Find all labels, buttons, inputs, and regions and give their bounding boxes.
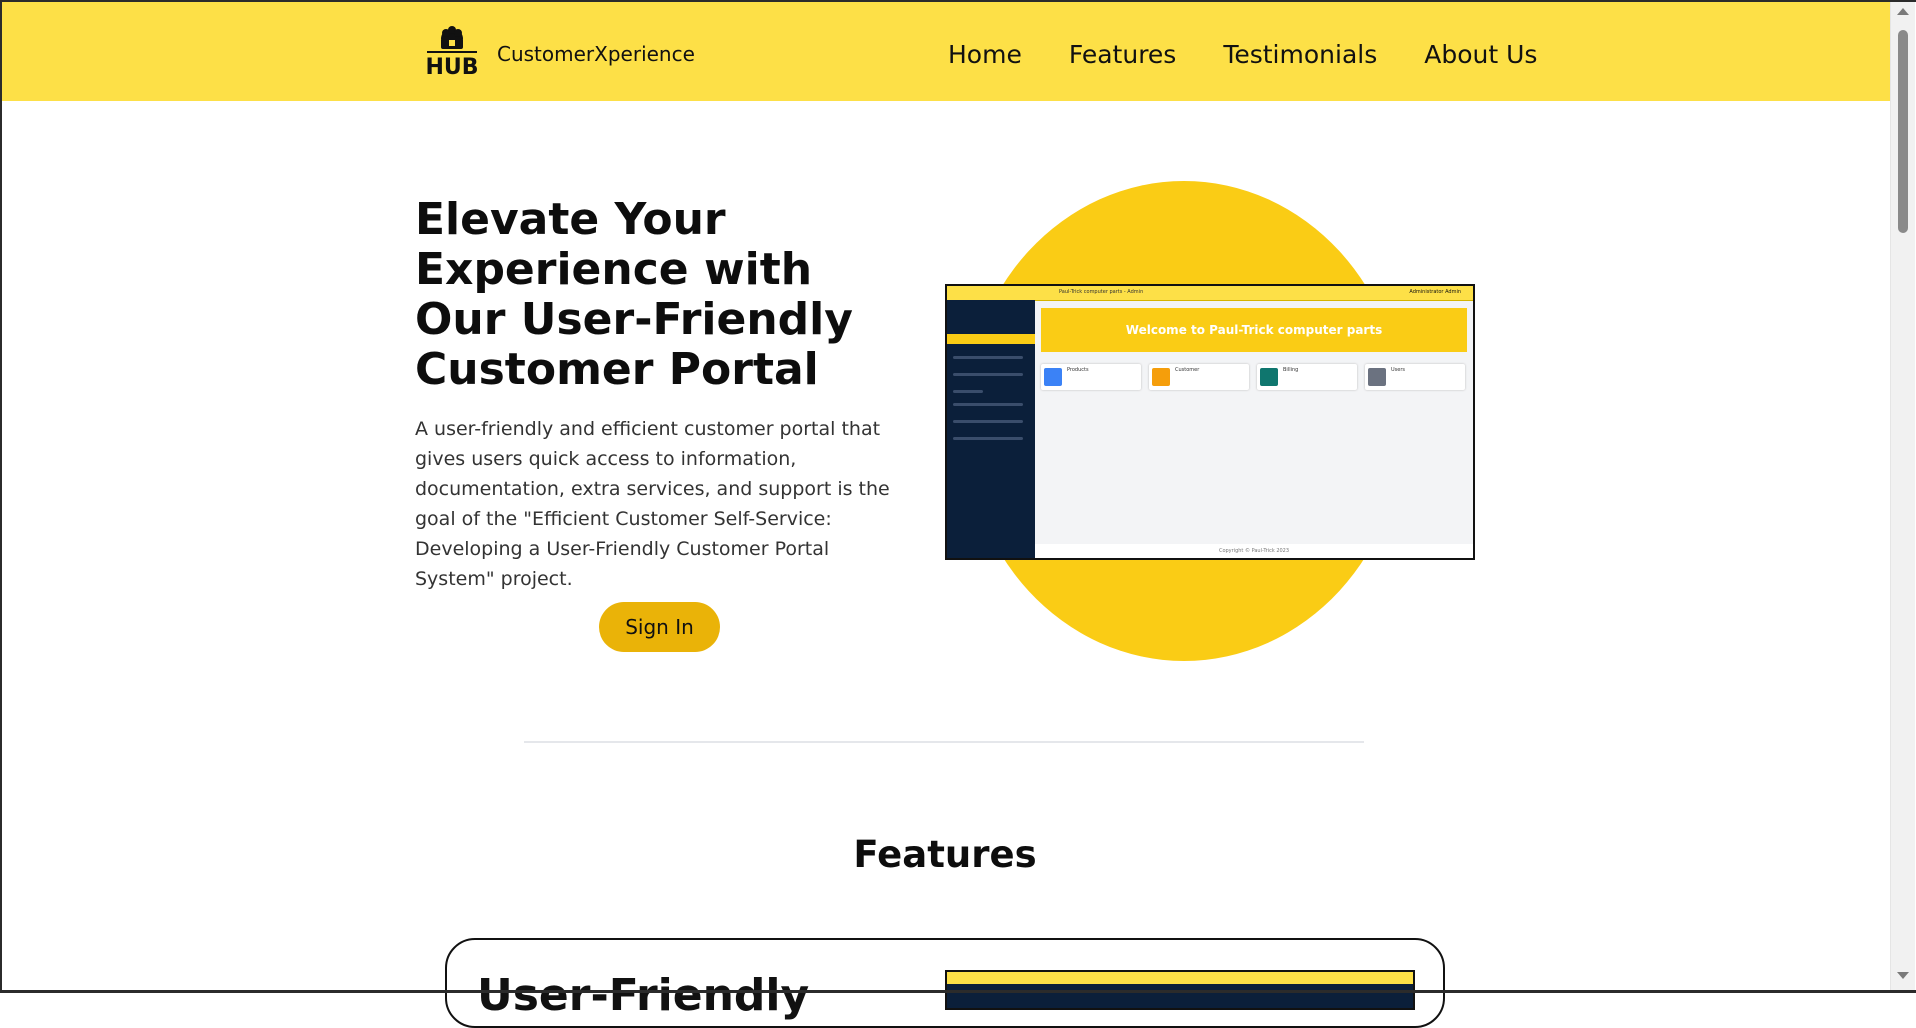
vertical-scrollbar[interactable] — [1890, 2, 1915, 990]
user-icon — [1368, 368, 1386, 386]
products-icon — [1044, 368, 1062, 386]
preview-card-products: Products — [1041, 364, 1141, 390]
preview-welcome-banner: Welcome to Paul-Trick computer parts — [1041, 308, 1467, 352]
preview-welcome-text: Welcome to Paul-Trick computer parts — [1125, 323, 1383, 337]
preview-topbar-title: Paul-Trick computer parts - Admin — [1059, 289, 1144, 295]
sign-in-button[interactable]: Sign In — [599, 602, 720, 652]
preview-topbar: Paul-Trick computer parts - Admin Admini… — [1035, 286, 1473, 301]
dollar-icon — [1260, 368, 1278, 386]
hub-logo[interactable]: HUB — [425, 25, 479, 79]
nav-about-us[interactable]: About Us — [1424, 40, 1537, 69]
preview-admin-label: Administrator Admin — [1409, 289, 1461, 295]
feature-card: User-Friendly — [445, 938, 1445, 1028]
scroll-down-arrow-icon[interactable] — [1897, 972, 1909, 979]
logo-text: HUB — [425, 55, 478, 79]
features-heading: Features — [853, 833, 1037, 876]
section-divider — [524, 741, 1364, 743]
nav-home[interactable]: Home — [948, 40, 1022, 69]
hero-title: Elevate Your Experience with Our User-Fr… — [415, 194, 853, 395]
feature-card-title: User-Friendly — [477, 970, 810, 1021]
main-nav: Home Features Testimonials About Us — [948, 40, 1584, 69]
preview-sidebar-active-item — [947, 334, 1035, 344]
preview-card-customer: Customer — [1149, 364, 1249, 390]
preview-card-billing: Billing — [1257, 364, 1357, 390]
preview-footer: Copyright © Paul-Trick 2023 — [1035, 544, 1473, 558]
customer-icon — [1152, 368, 1170, 386]
navbar: HUB CustomerXperience Home Features Test… — [2, 2, 1890, 101]
scroll-up-arrow-icon[interactable] — [1897, 8, 1909, 15]
scroll-thumb[interactable] — [1898, 30, 1908, 233]
nav-features[interactable]: Features — [1069, 40, 1177, 69]
nav-testimonials[interactable]: Testimonials — [1223, 40, 1377, 69]
brand-name[interactable]: CustomerXperience — [497, 42, 695, 66]
preview-card-users: Users — [1365, 364, 1465, 390]
portal-preview-image: Paul-Trick computer parts - Admin Admini… — [945, 284, 1475, 560]
hero-description: A user-friendly and efficient customer p… — [415, 418, 890, 590]
preview-sidebar — [947, 286, 1035, 558]
